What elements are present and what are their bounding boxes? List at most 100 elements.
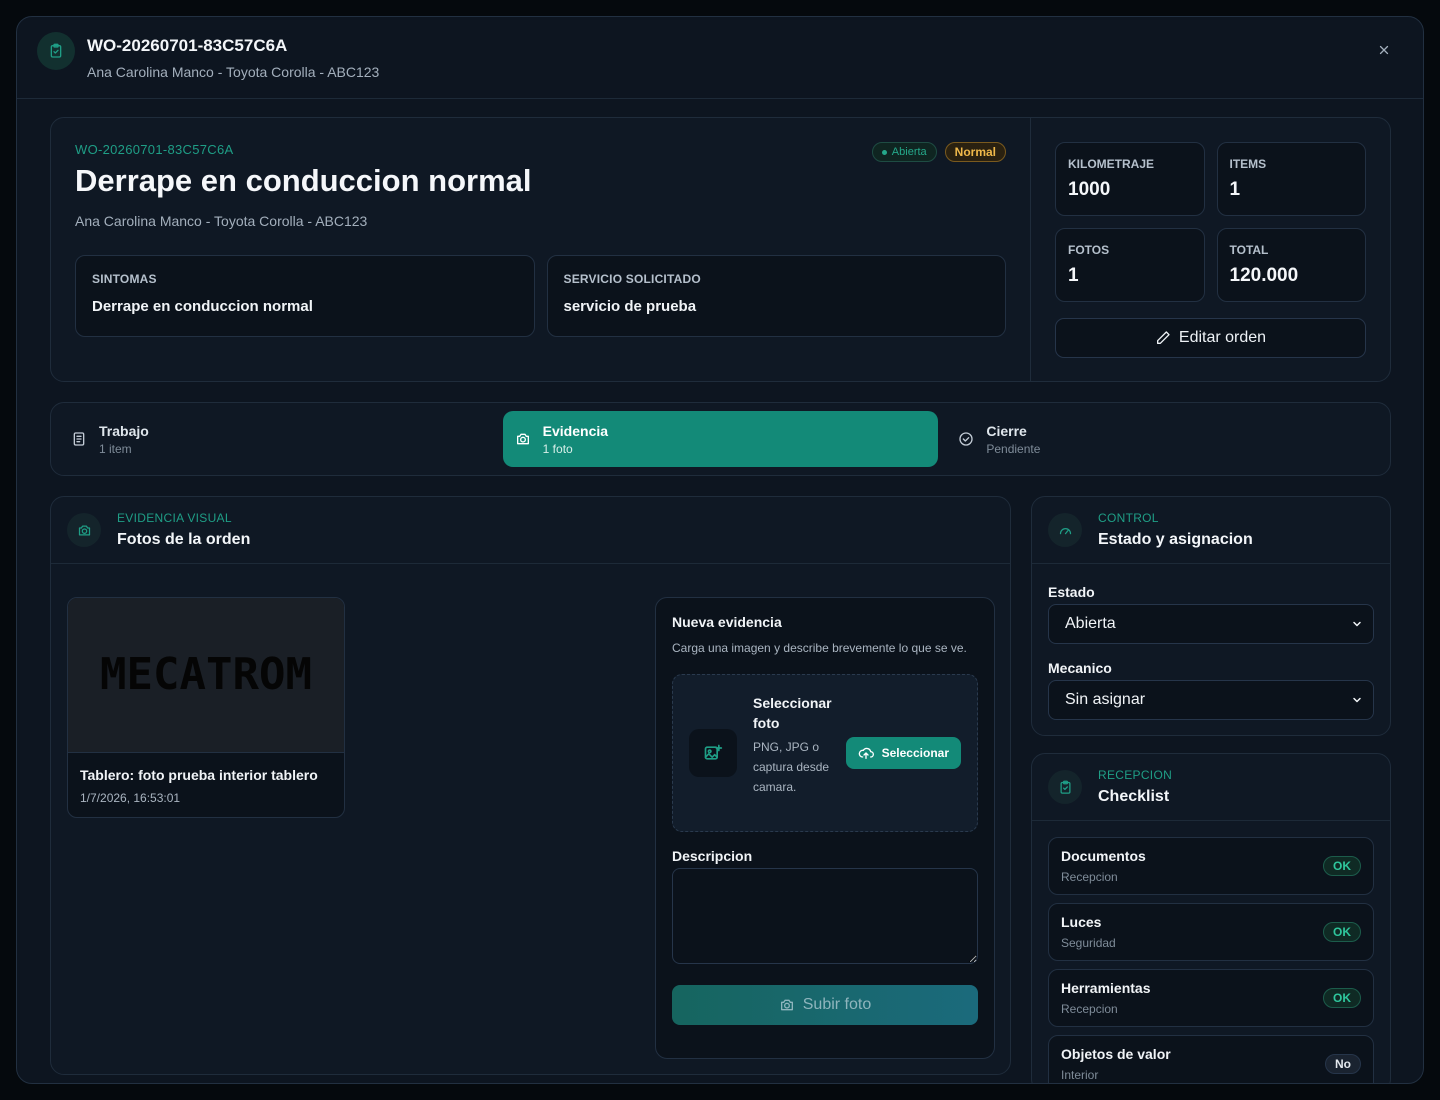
clipboard-list-icon [73,432,85,446]
stat-label: FOTOS [1068,243,1110,257]
badges: Abierta Normal [871,142,1006,162]
stat-value: 120.000 [1229,265,1299,286]
mecanico-label: Mecanico [1048,660,1112,676]
checklist-panel: RECEPCION Checklist Documentos Recepcion… [1031,753,1391,1083]
camera-icon [67,513,101,547]
modal-header: WO-20260701-83C57C6A Ana Carolina Manco … [17,17,1423,99]
order-subtitle: Ana Carolina Manco - Toyota Corolla - AB… [75,213,368,229]
mecanico-value: Sin asignar [1065,691,1146,708]
checklist-item[interactable]: Objetos de valor Interior No [1048,1035,1374,1083]
checklist-status-badge: OK [1323,856,1361,876]
upload-photo-button[interactable]: Subir foto [672,985,978,1025]
checklist-eyebrow: RECEPCION [1098,768,1173,782]
photo-thumbnail[interactable]: MECATROM [68,598,344,753]
photo-date: 1/7/2026, 16:53:01 [80,791,181,805]
tab-cierre[interactable]: Cierre Pendiente [946,411,1382,467]
camera-icon [780,999,793,1011]
checklist-item[interactable]: Herramientas Recepcion OK [1048,969,1374,1027]
tab-trabajo[interactable]: Trabajo 1 item [59,411,495,467]
tab-name: Cierre [986,422,1027,439]
pencil-icon [1156,331,1170,344]
modal-subtitle: Ana Carolina Manco - Toyota Corolla - AB… [87,63,380,80]
service-value: servicio de prueba [563,298,697,315]
image-plus-icon [689,729,737,777]
stat-value: 1000 [1068,179,1111,200]
checklist-items: Documentos Recepcion OK Luces Seguridad … [1032,821,1390,1083]
new-evidence-form: Nueva evidencia Carga una imagen y descr… [655,597,995,1059]
control-panel: CONTROL Estado y asignacion Estado Abier… [1031,496,1391,736]
upload-dropzone[interactable]: Seleccionar foto PNG, JPG o captura desd… [672,674,978,832]
stat-label: KILOMETRAJE [1068,157,1155,171]
close-button[interactable] [1373,39,1395,61]
checklist-item-name: Objetos de valor [1061,1046,1171,1062]
estado-value: Abierta [1065,615,1116,632]
upload-text: Seleccionar foto PNG, JPG o captura desd… [753,693,837,797]
edit-order-button[interactable]: Editar orden [1055,318,1366,358]
select-photo-label: Seleccionar [881,746,949,760]
estado-label: Estado [1048,584,1095,600]
control-eyebrow: CONTROL [1098,511,1159,525]
description-label: Descripcion [672,848,753,864]
stat-value: 1 [1229,179,1241,200]
priority-badge: Normal [944,142,1006,162]
checklist-item-name: Documentos [1061,848,1146,864]
new-evidence-subtitle: Carga una imagen y describe brevemente l… [672,641,967,655]
tab-evidencia[interactable]: Evidencia 1 foto [502,411,939,467]
select-photo-button[interactable]: Seleccionar [845,737,961,769]
tab-name: Trabajo [99,422,149,439]
photos-panel: EVIDENCIA VISUAL Fotos de la orden MECAT… [50,496,1011,1075]
status-dot-icon [881,149,887,155]
checklist-item-category: Seguridad [1061,936,1116,950]
checklist-item[interactable]: Documentos Recepcion OK [1048,837,1374,895]
mecatrom-logo-image: MECATROM [100,655,312,695]
stat-kilometraje: KILOMETRAJE 1000 [1055,142,1205,216]
tab-meta: Pendiente [986,441,1041,456]
clipboard-check-icon [1048,770,1082,804]
checklist-item-category: Recepcion [1061,870,1118,884]
checklist-panel-header: RECEPCION Checklist [1032,754,1390,821]
stats-grid: KILOMETRAJE 1000 ITEMS 1 FOTOS 1 TOTAL 1… [1055,142,1366,302]
checklist-item[interactable]: Luces Seguridad OK [1048,903,1374,961]
checklist-status-badge: OK [1323,988,1361,1008]
work-order-modal: WO-20260701-83C57C6A Ana Carolina Manco … [16,16,1424,1084]
checklist-item-category: Recepcion [1061,1002,1118,1016]
symptoms-label: SINTOMAS [92,272,157,286]
stat-label: TOTAL [1229,243,1269,257]
estado-select[interactable]: Abierta [1048,604,1374,644]
new-evidence-title: Nueva evidencia [672,614,782,630]
tab-meta: 1 item [99,441,132,456]
order-stats: KILOMETRAJE 1000 ITEMS 1 FOTOS 1 TOTAL 1… [1031,118,1390,381]
stat-items: ITEMS 1 [1216,142,1366,216]
order-summary-card: WO-20260701-83C57C6A Abierta Normal Derr… [50,117,1391,382]
section-tabs: Trabajo 1 item Evidencia 1 foto Cierre P… [50,402,1391,476]
cloud-upload-icon [858,747,874,759]
order-summary-main: WO-20260701-83C57C6A Abierta Normal Derr… [51,118,1031,381]
tab-meta: 1 foto [542,441,573,456]
modal-title: WO-20260701-83C57C6A [87,35,288,55]
order-code: WO-20260701-83C57C6A [75,142,234,157]
service-label: SERVICIO SOLICITADO [563,272,701,286]
checklist-title: Checklist [1098,788,1170,805]
stat-fotos: FOTOS 1 [1055,228,1205,302]
photo-card[interactable]: MECATROM Tablero: foto prueba interior t… [67,597,345,818]
tab-name: Evidencia [542,422,609,439]
control-panel-header: CONTROL Estado y asignacion [1032,497,1390,564]
stat-total: TOTAL 120.000 [1216,228,1366,302]
gauge-icon [1048,513,1082,547]
upload-description: PNG, JPG o captura desde camara. [753,740,830,794]
edit-order-label: Editar orden [1178,329,1267,346]
order-title: Derrape en conduccion normal [75,163,532,198]
description-textarea[interactable] [672,868,978,964]
logo-text: MECATROM [100,655,312,695]
mecanico-select[interactable]: Sin asignar [1048,680,1374,720]
check-circle-icon [959,432,974,446]
info-row: SINTOMAS Derrape en conduccion normal SE… [75,255,1006,337]
checklist-item-name: Luces [1061,914,1102,930]
checklist-status-badge: No [1325,1054,1361,1074]
checklist-status-badge: OK [1323,922,1361,942]
chevron-down-icon [1353,621,1361,627]
stat-label: ITEMS [1229,157,1267,171]
photos-eyebrow: EVIDENCIA VISUAL [117,511,232,525]
stat-value: 1 [1068,265,1079,286]
control-title: Estado y asignacion [1098,531,1253,548]
